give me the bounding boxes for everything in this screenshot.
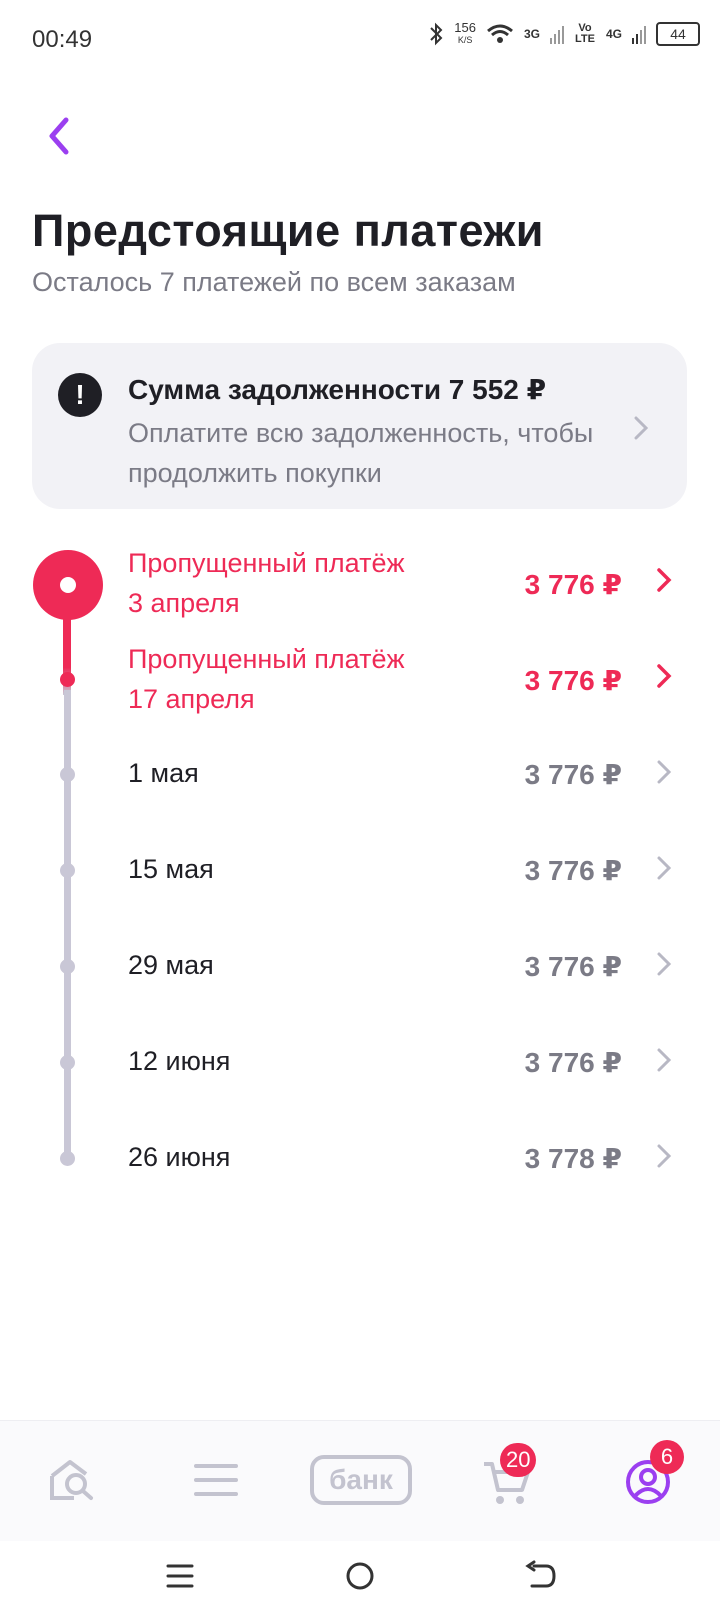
chevron-right-icon [657,760,672,784]
battery-icon: 44 [656,22,700,46]
payment-row[interactable]: 26 июня 3 778 ₽ [0,1140,720,1180]
bank-button[interactable]: банк [310,1455,412,1505]
chevron-right-icon [657,664,672,688]
payment-amount: 3 778 ₽ [524,1143,622,1174]
payment-status-label: Пропущенный платёж [128,644,405,674]
net-speed-unit: K/S [457,35,473,45]
payment-row[interactable]: 15 мая 3 776 ₽ [0,852,720,892]
page-subtitle: Осталось 7 платежей по всем заказам [32,267,516,297]
chevron-right-icon [657,952,672,976]
alert-icon: ! [58,373,102,417]
payment-date: 15 мая [128,854,214,884]
payment-amount: 3 776 ₽ [524,855,622,886]
payment-amount: 3 776 ₽ [524,951,622,982]
cart-badge: 20 [500,1443,537,1477]
volte-label: Vo LTE [575,22,595,45]
battery-level: 44 [670,26,686,42]
payment-amount: 3 776 ₽ [524,665,622,696]
debt-amount-title: Сумма задолженности 7 552 ₽ [128,374,547,405]
page-title: Предстоящие платежи [32,205,544,256]
payment-date: 29 мая [128,950,214,980]
payment-row[interactable]: Пропущенный платёж 3 апреля 3 776 ₽ [0,548,720,618]
home-search-icon[interactable] [44,1450,104,1510]
payment-status-label: Пропущенный платёж [128,548,405,578]
recent-apps-icon[interactable] [160,1558,200,1594]
debt-description: Оплатите всю задолженность, чтобы продол… [128,418,594,488]
bluetooth-icon [430,22,443,46]
payment-row[interactable]: 12 июня 3 776 ₽ [0,1044,720,1084]
chevron-right-icon [657,568,672,592]
chevron-left-icon [49,117,69,155]
net-speed: 156 [454,20,476,35]
wifi-icon [487,24,513,43]
payment-date: 3 апреля [128,588,240,618]
payment-date: 1 мая [128,758,199,788]
signal-icon [549,26,564,44]
network-4g: 4G [605,27,622,41]
payment-row[interactable]: Пропущенный платёж 17 апреля 3 776 ₽ [0,644,720,714]
signal-icon-2 [632,26,646,44]
status-time: 00:49 [32,26,93,53]
chevron-right-icon [657,856,672,880]
chevron-right-icon [657,1144,672,1168]
bank-label: банк [329,1464,393,1495]
menu-icon[interactable] [186,1450,246,1510]
payment-amount: 3 776 ₽ [524,759,622,790]
network-3g: 3G [523,27,540,41]
chevron-right-icon [634,416,649,440]
debt-card[interactable]: ! Сумма задолженности 7 552 ₽ Оплатите в… [32,343,687,509]
profile-badge: 6 [650,1440,684,1474]
payment-amount: 3 776 ₽ [524,1047,622,1078]
chevron-right-icon [657,1048,672,1072]
payment-row[interactable]: 1 мая 3 776 ₽ [0,756,720,796]
back-button[interactable] [40,112,80,160]
payment-date: 26 июня [128,1142,231,1172]
status-icons: 156 K/S 3G Vo LTE 4G 44 [428,20,700,46]
back-nav-icon[interactable] [520,1558,560,1594]
home-icon[interactable] [340,1558,380,1594]
payment-date: 12 июня [128,1046,231,1076]
payment-row[interactable]: 29 мая 3 776 ₽ [0,948,720,988]
payment-date: 17 апреля [128,684,255,714]
payment-amount: 3 776 ₽ [524,569,622,600]
